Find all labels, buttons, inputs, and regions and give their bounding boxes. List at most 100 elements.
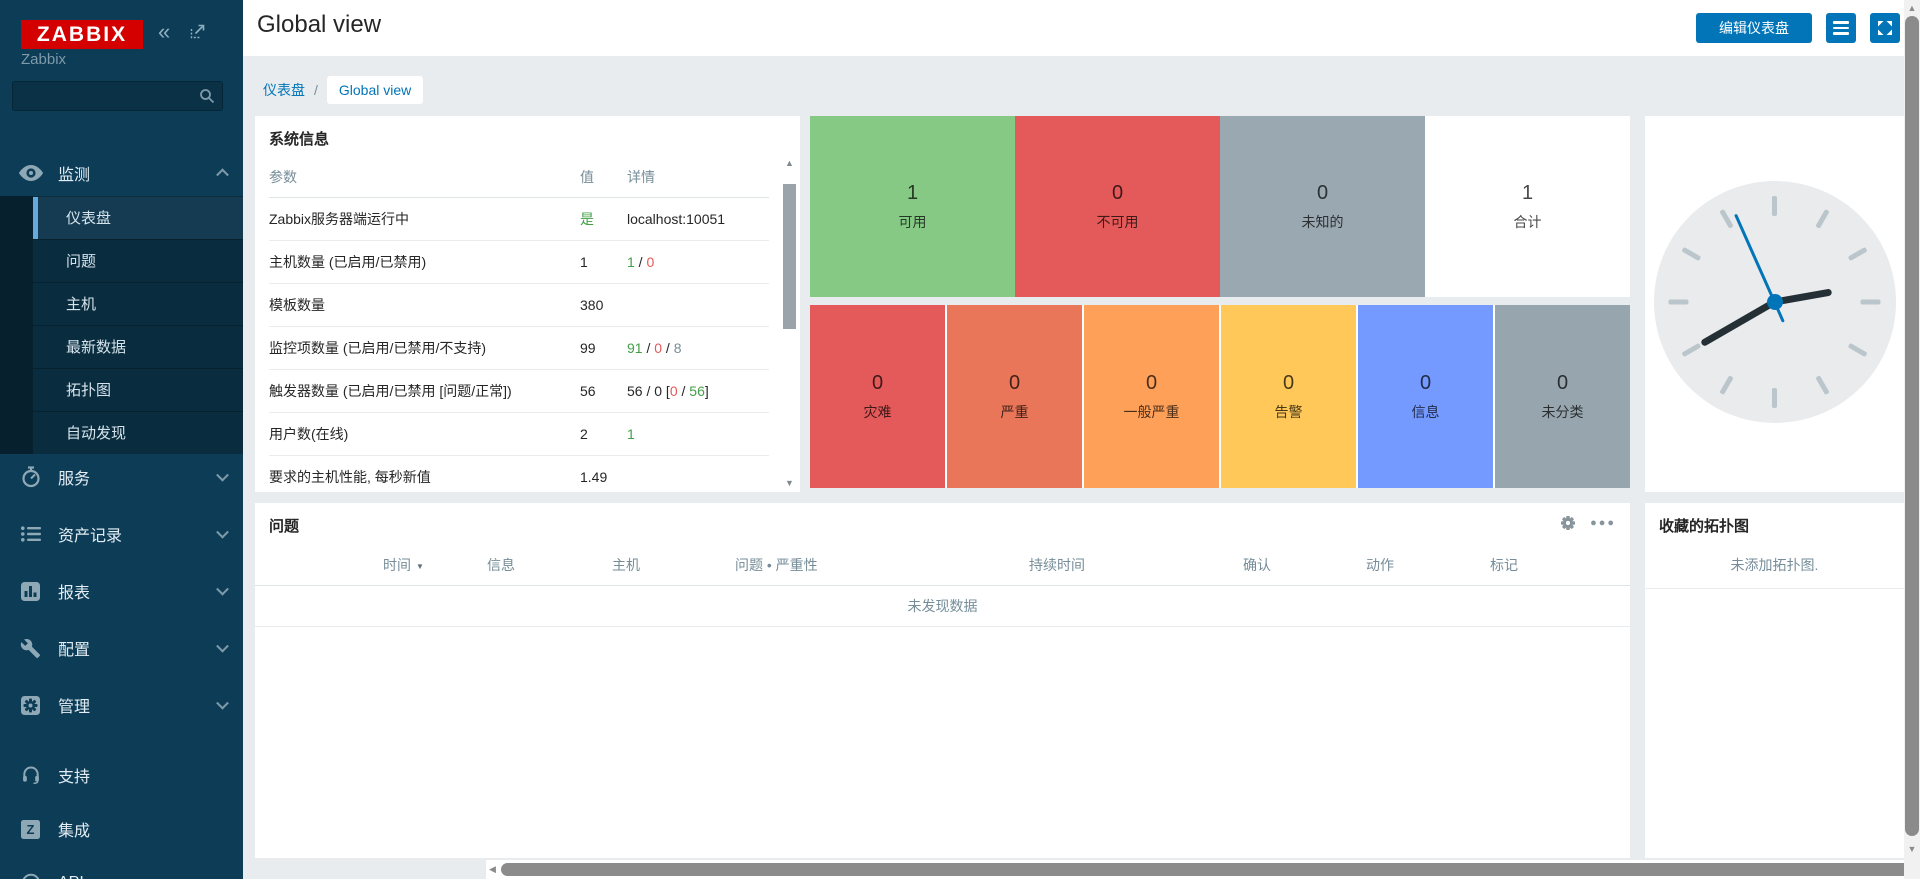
sidebar-item-administration[interactable]: 管理 [0,682,243,728]
cell-label: 严重 [1001,402,1029,422]
cell-count: 1 [907,182,918,205]
sidebar-item-latest-data[interactable]: 最新数据 [0,325,243,368]
search-icon[interactable] [199,88,215,109]
scroll-down-icon[interactable]: ▼ [1904,844,1920,854]
chevron-down-icon [216,697,229,710]
collapse-sidebar-icon[interactable]: « [158,22,170,42]
sidebar-item-configuration[interactable]: 配置 [0,625,243,671]
sidebar: ZABBIX « Zabbix 监测仪表盘问题主机最新数据拓扑图自动发现服务资产… [0,0,243,879]
severity-cell-warning[interactable]: 0告警 [1221,305,1356,488]
column-header-time[interactable]: 时间▼ [383,555,424,575]
kiosk-mode-button[interactable] [1870,13,1900,43]
sidebar-item-label: 集成 [58,817,90,841]
sidebar-item-services[interactable]: 服务 [0,454,243,500]
scroll-left-icon[interactable]: ◀ [489,864,496,875]
search-input[interactable] [13,82,207,108]
system-info-widget: 系统信息 参数值详情Zabbix服务器端运行中是localhost:10051主… [255,116,800,492]
clock-tick [1681,247,1701,261]
page-title: Global view [257,11,381,39]
sidebar-item-api[interactable]: ?API [0,860,243,879]
host-availability-widget: 1可用0不可用0未知的1合计 [810,116,1630,297]
severity-cell-not-classified[interactable]: 0未分类 [1495,305,1630,488]
sidebar-item-label: 监测 [58,161,90,185]
clock-tick [1772,388,1777,408]
sidebar-item-maps[interactable]: 拓扑图 [0,368,243,411]
breadcrumb: 仪表盘 / Global view [263,76,423,104]
cell-count: 0 [1317,182,1328,205]
eye-icon [18,165,43,181]
clock-tick [1815,375,1829,395]
column-header-info: 信息 [487,555,515,575]
sidebar-item-label: 资产记录 [58,522,122,546]
cell-label: 一般严重 [1124,402,1180,422]
severity-cell-average[interactable]: 0 一般严重 [1084,305,1219,488]
sidebar-item-label: API [58,874,84,879]
column-header-duration: 持续时间 [1029,555,1085,575]
widget-settings-gear-icon[interactable] [1560,515,1576,531]
sort-desc-icon: ▼ [416,562,424,571]
value-cell: 2 [580,426,627,442]
vertical-scrollbar-thumb[interactable] [1905,16,1919,836]
submenu-gutter [0,196,33,454]
cell-label: 告警 [1275,402,1303,422]
chevron-down-icon [216,469,229,482]
availability-cell-not-available[interactable]: 0不可用 [1015,116,1220,297]
dashboard-menu-button[interactable] [1826,13,1856,43]
sidebar-item-inventory[interactable]: 资产记录 [0,511,243,557]
cell-count: 1 [1522,182,1533,205]
sidebar-item-problems[interactable]: 问题 [0,239,243,282]
hide-sidebar-icon[interactable] [190,24,205,44]
sidebar-item-reports[interactable]: 报表 [0,568,243,614]
sidebar-item-label: 配置 [58,636,90,660]
sidebar-item-label: 仪表盘 [66,210,111,227]
zabbix-logo[interactable]: ZABBIX [21,20,143,49]
severity-cell-disaster[interactable]: 0灾难 [810,305,945,488]
widget-title: 问题 [269,515,299,536]
clock-hour-hand [1774,288,1832,305]
column-header-ack: 确认 [1243,555,1271,575]
breadcrumb-root-link[interactable]: 仪表盘 [263,80,305,100]
server-name: Zabbix [21,51,66,68]
sidebar-item-monitoring[interactable]: 监测 [0,150,243,196]
column-header-tags: 标记 [1490,555,1518,575]
widget-more-icon[interactable]: ●●● [1590,517,1616,529]
dashboard-content: 仪表盘 / Global view 系统信息 参数值详情Zabbix服务器端运行… [243,56,1904,862]
scroll-up-icon[interactable]: ▲ [1904,3,1920,13]
scrollbar-thumb[interactable] [783,184,796,329]
cell-label: 未分类 [1542,402,1584,422]
sidebar-item-hosts[interactable]: 主机 [0,282,243,325]
vertical-scrollbar: ▲ ▼ [1904,0,1920,879]
sidebar-item-integrations[interactable]: Z集成 [0,806,243,852]
value-cell: 380 [580,297,627,313]
sidebar-item-label: 拓扑图 [66,382,111,399]
system-info-table: 参数值详情Zabbix服务器端运行中是localhost:10051主机数量 (… [269,156,769,492]
severity-cell-high[interactable]: 0严重 [947,305,1082,488]
chevron-down-icon [216,526,229,539]
table-row: 模板数量380 [269,284,769,327]
availability-cell-total[interactable]: 1合计 [1425,116,1630,297]
cell-count: 0 [872,372,883,395]
availability-cell-unknown[interactable]: 0未知的 [1220,116,1425,297]
edit-dashboard-button[interactable]: 编辑仪表盘 [1696,13,1812,43]
horizontal-scrollbar-thumb[interactable] [501,863,1920,876]
sidebar-item-dashboards[interactable]: 仪表盘 [0,196,243,239]
sidebar-submenu: 仪表盘问题主机最新数据拓扑图自动发现 [0,196,243,454]
sidebar-item-label: 最新数据 [66,339,126,356]
table-row: 主机数量 (已启用/已禁用)11 / 0 [269,241,769,284]
severity-cell-information[interactable]: 0信息 [1358,305,1493,488]
value-cell: 1 [580,254,627,270]
sidebar-item-support[interactable]: 支持 [0,752,243,798]
problems-empty-text: 未发现数据 [255,586,1630,627]
problems-widget: 问题 [255,503,1630,858]
cell-count: 0 [1146,372,1157,395]
breadcrumb-current[interactable]: Global view [327,76,423,104]
zabbix-dashboard: ZABBIX « Zabbix 监测仪表盘问题主机最新数据拓扑图自动发现服务资产… [0,0,1920,879]
headset-icon [18,765,43,785]
availability-cell-available[interactable]: 1可用 [810,116,1015,297]
sidebar-item-discovery[interactable]: 自动发现 [0,411,243,454]
scroll-down-icon[interactable]: ▼ [782,478,797,488]
details-cell: 56 / 0 [0 / 56] [627,383,769,399]
active-item-marker [33,197,38,239]
list-icon [18,526,43,542]
scroll-up-icon[interactable]: ▲ [782,158,797,168]
